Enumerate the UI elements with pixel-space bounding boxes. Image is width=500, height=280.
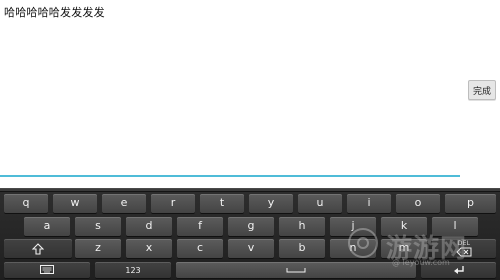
space-bar[interactable] [176, 262, 416, 278]
key-label: u [316, 196, 324, 209]
key-label: z [95, 241, 101, 254]
del-label: DEL [457, 240, 471, 247]
key-b[interactable]: b [279, 239, 325, 258]
key-label: o [414, 196, 422, 209]
shift-arrow-icon [32, 242, 44, 255]
key-label: b [298, 241, 306, 254]
key-u[interactable]: u [298, 194, 342, 213]
enter-key[interactable] [421, 262, 496, 278]
key-label: l [453, 219, 457, 232]
key-i[interactable]: i [347, 194, 391, 213]
key-label: k [400, 219, 408, 232]
key-r[interactable]: r [151, 194, 195, 213]
key-o[interactable]: o [396, 194, 440, 213]
key-k[interactable]: k [381, 217, 427, 236]
key-q[interactable]: q [4, 194, 48, 213]
typed-text[interactable]: 哈哈哈哈哈发发发发 [4, 4, 105, 20]
key-label: v [247, 241, 255, 254]
key-label: c [196, 241, 204, 254]
key-y[interactable]: y [249, 194, 293, 213]
key-s[interactable]: s [75, 217, 121, 236]
key-p[interactable]: p [445, 194, 496, 213]
numbers-label: 123 [125, 265, 141, 275]
key-z[interactable]: z [75, 239, 121, 258]
key-a[interactable]: a [24, 217, 70, 236]
key-c[interactable]: c [177, 239, 223, 258]
key-h[interactable]: h [279, 217, 325, 236]
key-x[interactable]: x [126, 239, 172, 258]
key-label: w [70, 196, 80, 209]
key-label: q [22, 196, 30, 209]
key-label: n [349, 241, 357, 254]
keyboard-top-bar [0, 188, 500, 192]
text-editor[interactable]: 哈哈哈哈哈发发发发 完成 [0, 0, 500, 180]
delete-key[interactable]: DEL [432, 239, 496, 258]
key-label: i [367, 196, 371, 209]
key-label: g [247, 219, 255, 232]
text-field-underline [0, 175, 460, 177]
key-label: h [298, 219, 306, 232]
backspace-icon [456, 247, 472, 257]
key-e[interactable]: e [102, 194, 146, 213]
enter-icon [453, 266, 464, 274]
on-screen-keyboard: q w e r t y u i o p a s d f g h j k l z … [0, 188, 500, 280]
key-label: d [145, 219, 153, 232]
key-w[interactable]: w [53, 194, 97, 213]
key-label: x [145, 241, 153, 254]
key-d[interactable]: d [126, 217, 172, 236]
keyboard-icon [40, 265, 54, 274]
key-label: j [351, 219, 355, 232]
key-n[interactable]: n [330, 239, 376, 258]
key-v[interactable]: v [228, 239, 274, 258]
key-label: r [170, 196, 176, 209]
shift-key[interactable] [4, 239, 72, 258]
key-label: t [219, 196, 225, 209]
key-f[interactable]: f [177, 217, 223, 236]
key-j[interactable]: j [330, 217, 376, 236]
key-label: a [43, 219, 51, 232]
key-m[interactable]: m [381, 239, 427, 258]
key-g[interactable]: g [228, 217, 274, 236]
key-label: s [95, 219, 101, 232]
key-label: m [398, 241, 410, 254]
keyboard-switch-key[interactable] [4, 262, 90, 278]
key-label: y [267, 196, 275, 209]
key-label: p [467, 196, 474, 209]
key-t[interactable]: t [200, 194, 244, 213]
key-label: e [120, 196, 128, 209]
done-button[interactable]: 完成 [468, 80, 496, 100]
space-bar-icon [286, 268, 306, 273]
key-l[interactable]: l [432, 217, 478, 236]
numbers-key[interactable]: 123 [95, 262, 171, 278]
key-label: f [198, 219, 202, 232]
